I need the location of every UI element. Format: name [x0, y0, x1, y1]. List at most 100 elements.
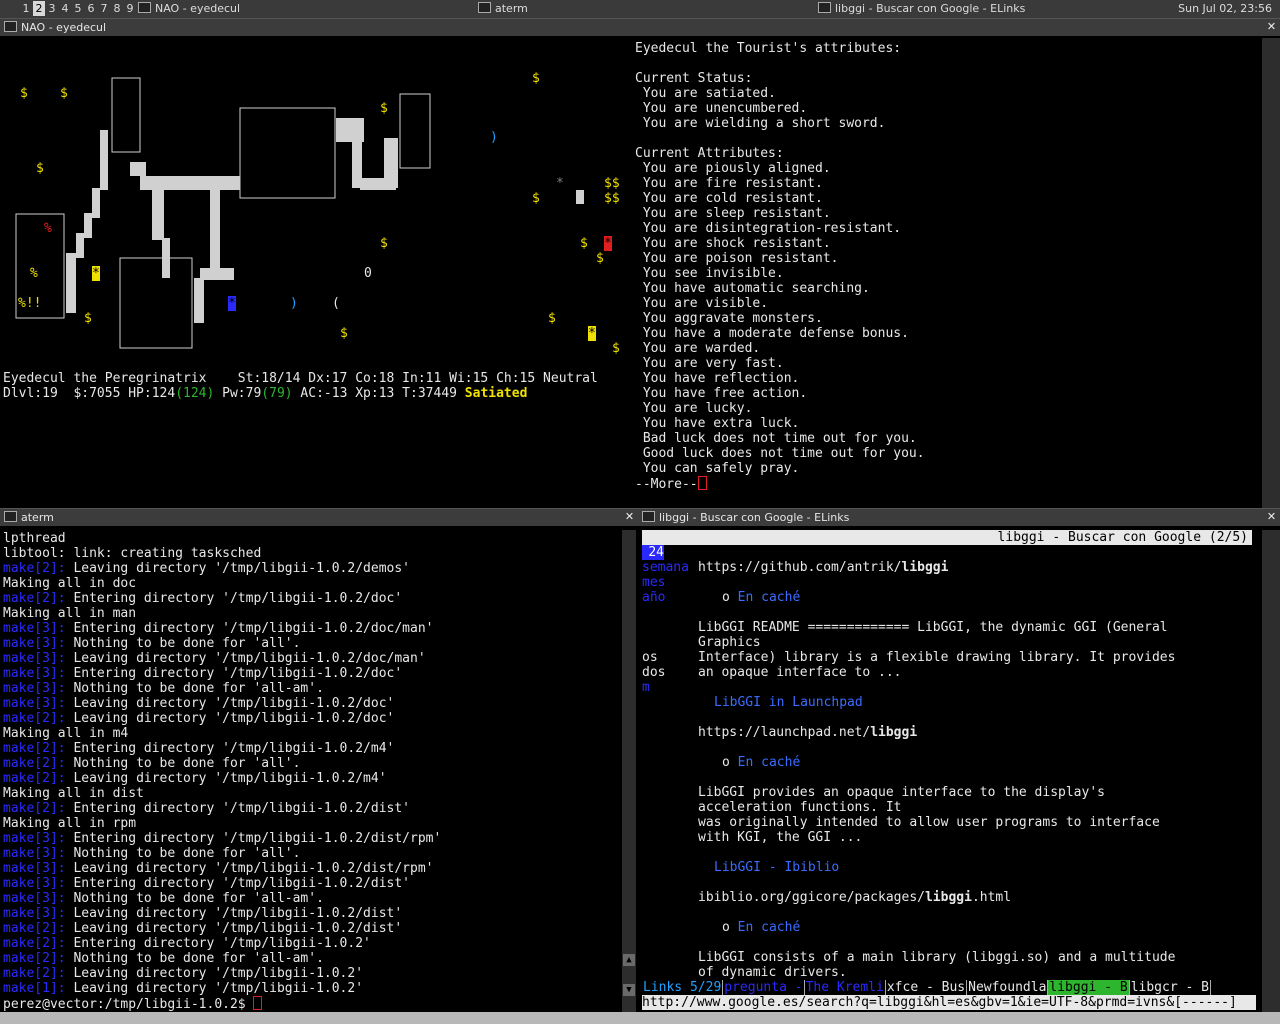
line-text: Entering directory '/tmp/libgii-1.0.2/di… [65, 831, 442, 846]
cache-link[interactable]: o En caché [698, 755, 1248, 770]
attribute-line: You are sleep resistant. [635, 206, 831, 221]
task-label: NAO - eyedecul [155, 2, 241, 15]
side-link[interactable]: 24 [642, 545, 664, 560]
result-snippet: was originally intended to allow user pr… [698, 815, 1160, 830]
close-icon[interactable]: ✕ [1266, 21, 1277, 32]
result-snippet: LibGGI provides an opaque interface to t… [698, 785, 1105, 800]
nao-scrollbar[interactable] [1262, 38, 1280, 508]
line-text: Entering directory '/tmp/libgii-1.0.2/do… [65, 621, 434, 636]
result-block: o En caché [698, 755, 1248, 770]
make-prefix: make[2]: [3, 756, 66, 771]
terminal-line: make[3]: Nothing to be done for 'all-am'… [3, 891, 441, 906]
elinks-titlebar[interactable]: libggi - Buscar con Google - ELinks ✕ [638, 508, 1280, 526]
side-link[interactable]: semana [642, 560, 689, 575]
cache-link[interactable]: o En caché [698, 590, 1248, 605]
elinks-tab[interactable]: pregunta - [723, 980, 805, 995]
result-url: https://github.com/antrik/libggi [698, 560, 949, 575]
result-snippet: Interface) library is a flexible drawing… [698, 650, 1176, 665]
desktop-6[interactable]: 6 [85, 1, 97, 16]
terminal-line: make[2]: Leaving directory '/tmp/libgii-… [3, 921, 441, 936]
bottom-panel [0, 1012, 1280, 1024]
line-text: Leaving directory '/tmp/libgii-1.0.2' [65, 966, 364, 981]
elinks-tab[interactable]: The Kremli [805, 980, 886, 995]
side-link[interactable]: año [642, 590, 689, 605]
terminal-line: lpthread [3, 531, 441, 546]
line-text: Leaving directory '/tmp/libgii-1.0.2/dis… [65, 906, 403, 921]
desktop-5[interactable]: 5 [72, 1, 84, 16]
elinks-terminal[interactable]: libggi - Buscar con Google (2/5) 24 seman… [638, 530, 1262, 1012]
task-aterm[interactable]: aterm [478, 1, 808, 16]
map-objects: $ $ $ $ ) $ $$ $$ $ * $ $ * $ * 0 * ) ( … [18, 71, 620, 356]
aterm-scrollbar[interactable]: ▲ ▼ [622, 530, 636, 1012]
terminal-line: Making all in rpm [3, 816, 441, 831]
make-prefix: make[2]: [3, 921, 66, 936]
result-title-link[interactable]: LibGGI in Launchpad [698, 695, 1248, 710]
result-snippet: an opaque interface to ... [698, 665, 902, 680]
task-nao[interactable]: NAO - eyedecul [138, 1, 468, 16]
nao-titlebar[interactable]: NAO - eyedecul ✕ [0, 18, 1280, 36]
scroll-up-icon[interactable]: ▲ [623, 954, 635, 966]
terminal-line: make[3]: Nothing to be done for 'all'. [3, 846, 441, 861]
make-prefix: make[3]: [3, 651, 66, 666]
desktop-1[interactable]: 1 [20, 1, 32, 16]
side-link[interactable]: dos [642, 665, 689, 680]
nao-terminal[interactable]: $ $ $ $ ) $ $$ $$ $ * $ $ * $ * 0 * ) ( … [0, 38, 1280, 508]
desktop-8[interactable]: 8 [111, 1, 123, 16]
elinks-tab[interactable]: Newfoundla [967, 980, 1049, 995]
line-text: Making all in man [3, 606, 137, 621]
attribute-line: Current Attributes: [635, 146, 784, 161]
shell-prompt[interactable]: perez@vector:/tmp/libgii-1.0.2$ [3, 996, 441, 1012]
side-link[interactable] [642, 620, 689, 635]
result-snippet: acceleration functions. It [698, 800, 902, 815]
side-link[interactable]: os [642, 650, 689, 665]
desktop-2[interactable]: 2 [33, 1, 45, 16]
make-prefix: make[2]: [3, 951, 66, 966]
task-elinks[interactable]: libggi - Buscar con Google - ELinks [818, 1, 1148, 16]
terminal-line: make[3]: Nothing to be done for 'all'. [3, 636, 441, 651]
result-snippet: of dynamic drivers. [698, 965, 847, 980]
terminal-line: make[3]: Leaving directory '/tmp/libgii-… [3, 906, 441, 921]
attribute-line: Eyedecul the Tourist's attributes: [635, 41, 902, 56]
make-prefix: make[2]: [3, 966, 66, 981]
close-icon[interactable]: ✕ [1266, 511, 1277, 522]
desktop-9[interactable]: 9 [124, 1, 136, 16]
make-prefix: make[3]: [3, 876, 66, 891]
terminal-line: make[2]: Leaving directory '/tmp/libgii-… [3, 771, 441, 786]
result-snippet: Graphics [698, 635, 761, 650]
make-prefix: make[3]: [3, 891, 66, 906]
result-block: LibGGI provides an opaque interface to t… [698, 785, 1248, 845]
result-url: ibiblio.org/ggicore/packages/libggi.html [698, 890, 1012, 905]
aterm-terminal[interactable]: lpthread libtool: link: creating tasksche… [0, 530, 622, 1012]
result-title-link[interactable]: LibGGI - Ibiblio [698, 860, 1248, 875]
elinks-tab[interactable]: libggi - B [1048, 980, 1130, 995]
terminal-line: make[3]: Leaving directory '/tmp/libgii-… [3, 651, 441, 666]
side-link[interactable] [642, 635, 689, 650]
side-link[interactable] [642, 605, 689, 620]
line-text: Leaving directory '/tmp/libgii-1.0.2/dis… [65, 861, 434, 876]
attribute-line: You are unencumbered. [635, 101, 808, 116]
elinks-tab[interactable]: libgcr - B [1130, 980, 1211, 995]
scroll-down-icon[interactable]: ▼ [623, 984, 635, 996]
attribute-line: You have automatic searching. [635, 281, 870, 296]
side-link[interactable]: m [642, 680, 689, 695]
window-icon [4, 21, 17, 32]
desktop-4[interactable]: 4 [59, 1, 71, 16]
elinks-tab[interactable]: Links 5/29 [642, 980, 724, 995]
desktop-3[interactable]: 3 [46, 1, 58, 16]
aterm-titlebar[interactable]: aterm ✕ [0, 508, 638, 526]
make-prefix: make[2]: [3, 711, 66, 726]
line-text: Leaving directory '/tmp/libgii-1.0.2/doc… [65, 696, 395, 711]
result-block: o En caché [698, 920, 1248, 935]
terminal-line: Making all in doc [3, 576, 441, 591]
cache-link[interactable]: o En caché [698, 920, 1248, 935]
line-text: Entering directory '/tmp/libgii-1.0.2/do… [65, 591, 403, 606]
status-line-1: Eyedecul the Peregrinatrix St:18/14 Dx:1… [3, 371, 598, 386]
elinks-scrollbar[interactable] [1262, 530, 1280, 1012]
elinks-tab[interactable]: xfce - Bus [886, 980, 968, 995]
page-title: libggi - Buscar con Google (2/5) [997, 530, 1248, 545]
attribute-line: You are wielding a short sword. [635, 116, 886, 131]
desktop-7[interactable]: 7 [98, 1, 110, 16]
close-icon[interactable]: ✕ [624, 511, 635, 522]
result-block: https://github.com/antrik/libggi [698, 560, 1248, 575]
side-link[interactable]: mes [642, 575, 689, 590]
